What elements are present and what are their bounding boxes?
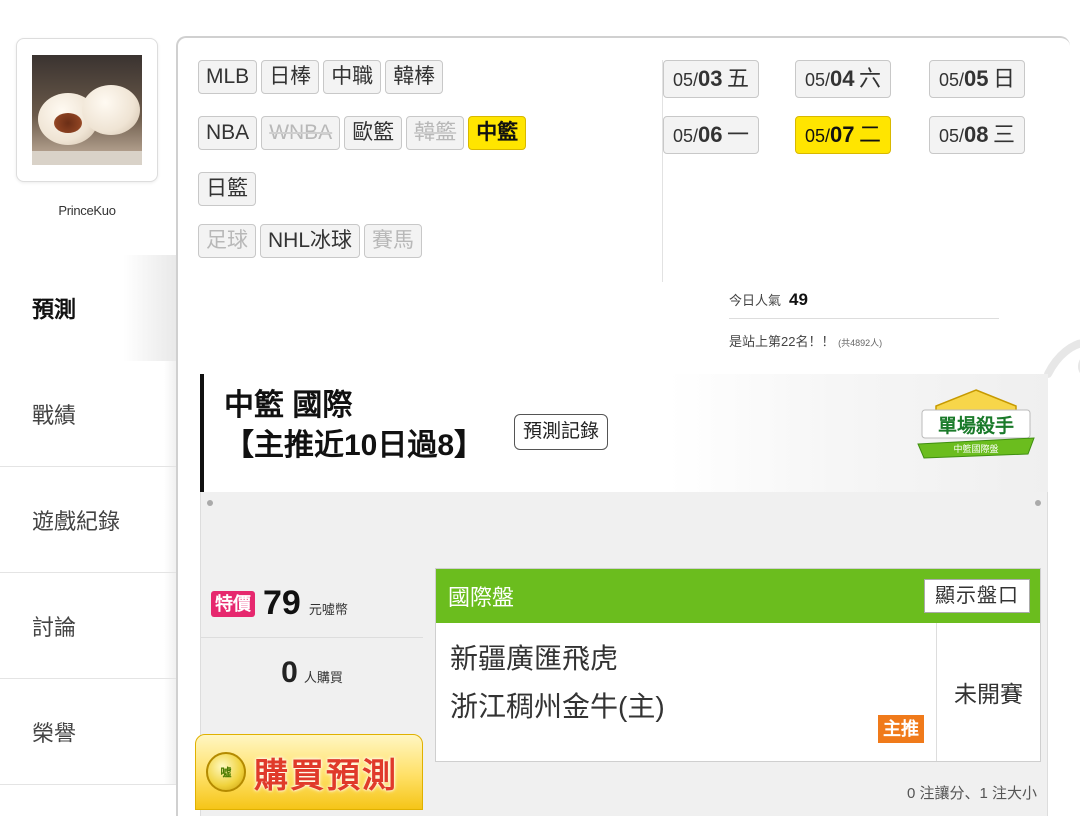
sport-tag-nba[interactable]: NBA (198, 116, 258, 150)
price-value: 79 (263, 584, 301, 622)
avatar-card[interactable] (16, 38, 158, 182)
sport-row-basketball: NBA WNBA 歐籃 韓籃 中籃 (198, 116, 530, 150)
nav-item-label: 戰績 (32, 402, 77, 428)
sport-tag-euro-basketball[interactable]: 歐籃 (344, 116, 403, 150)
date-tag-0507[interactable]: 05/07 二 (795, 116, 891, 154)
nav-item-honor[interactable]: 榮譽 (0, 679, 176, 785)
bun-image-right (82, 85, 140, 135)
prediction-subtitle: 【主推近10日過8】 (224, 429, 485, 462)
sport-tag-japan-basketball[interactable]: 日籃 (198, 172, 256, 206)
sport-tag-korea-basketball: 韓籃 (406, 116, 465, 150)
nav-item-label: 討論 (32, 614, 77, 640)
show-odds-button[interactable]: 顯示盤口 (924, 579, 1030, 613)
date-tag-0504[interactable]: 05/04 六 (795, 60, 891, 98)
game-table: 國際盤 顯示盤口 新疆廣匯飛虎 浙江稠州金牛(主) 主推 未開賽 (435, 568, 1041, 762)
nav-item-record[interactable]: 戰績 (0, 361, 176, 467)
plate-image (32, 151, 142, 165)
game-table-header: 國際盤 顯示盤口 (436, 569, 1040, 623)
nav-item-game-log[interactable]: 遊戲紀錄 (0, 467, 176, 573)
teams-cell: 新疆廣匯飛虎 浙江稠州金牛(主) 主推 (436, 623, 936, 761)
sport-tag-wnba: WNBA (261, 116, 341, 150)
decorative-dot-icon (207, 500, 213, 506)
price-unit: 元噓幣 (308, 602, 348, 617)
home-team: 浙江稠州金牛(主) (450, 691, 665, 722)
sport-tag-nhl[interactable]: NHL冰球 (260, 224, 361, 258)
price-cell: 特價 79 元噓幣 (201, 570, 423, 638)
coin-icon: 噓 (206, 752, 246, 792)
game-row: 新疆廣匯飛虎 浙江稠州金牛(主) 主推 未開賽 (436, 623, 1040, 761)
sport-row-baseball: MLB 日棒 中職 韓棒 (198, 60, 447, 94)
main-panel: MLB 日棒 中職 韓棒 NBA WNBA 歐籃 韓籃 中籃 日籃 足球 NHL冰球 賽馬 05/… (176, 36, 1080, 816)
popularity-rank: 是站上第22名！！ (729, 334, 835, 349)
date-tag-0506[interactable]: 05/06 一 (663, 116, 759, 154)
nav-item-discussion[interactable]: 討論 (0, 573, 176, 679)
sport-tag-kbo[interactable]: 韓棒 (385, 60, 444, 94)
side-nav: 預測 戰績 遊戲紀錄 討論 榮譽 (0, 255, 176, 785)
prediction-detail-box: 特價 79 元噓幣 0 人購買 噓 購買預測 國際盤 顯示盤口 新疆廣匯飛虎 浙… (195, 492, 1048, 816)
sport-tag-soccer: 足球 (198, 224, 256, 258)
popularity-label: 今日人氣 (729, 293, 782, 308)
buyer-count: 0 (281, 656, 298, 689)
buyer-unit: 人購買 (303, 670, 343, 685)
decorative-dot-icon (1035, 500, 1041, 506)
away-team: 新疆廣匯飛虎 (450, 643, 619, 674)
badge-subtitle: 中籃國際盤 (953, 443, 998, 455)
prediction-header: 中籃 國際 【主推近10日過8】 預測記錄 單場殺手 中籃國際盤 (200, 374, 1048, 492)
date-selector: 05/03 五 05/04 六 05/05 日 05/06 一 05/07 二 … (662, 60, 1048, 282)
popularity-total: (共4892人) (838, 338, 883, 348)
main-pick-tag: 主推 (878, 715, 924, 743)
popularity-count: 49 (789, 290, 808, 309)
game-status: 未開賽 (936, 623, 1040, 761)
avatar (32, 55, 142, 165)
bun-filling-image (54, 113, 82, 133)
single-game-killer-badge: 單場殺手 中籃國際盤 (917, 389, 1035, 459)
nav-item-label: 遊戲紀錄 (32, 508, 121, 534)
sport-row-other: 足球 NHL冰球 賽馬 (198, 224, 426, 258)
nav-item-predict[interactable]: 預測 (0, 255, 176, 361)
date-tag-0503[interactable]: 05/03 五 (663, 60, 759, 98)
sport-row-basketball-2: 日籃 (198, 172, 260, 206)
date-tag-0508[interactable]: 05/08 三 (929, 116, 1025, 154)
nav-item-label: 預測 (32, 297, 77, 322)
nav-item-label: 榮譽 (32, 720, 77, 746)
buyer-count-cell: 0 人購買 (201, 642, 423, 702)
date-tag-0505[interactable]: 05/05 日 (929, 60, 1025, 98)
badge-title: 單場殺手 (938, 414, 1014, 437)
prediction-title: 中籃 國際 (224, 389, 353, 422)
prediction-record-button[interactable]: 預測記錄 (514, 414, 609, 450)
market-title: 國際盤 (448, 585, 515, 610)
popularity-block: 今日人氣 49 是站上第22名！！ (共4892人) (729, 290, 999, 350)
sport-tag-horse-racing: 賽馬 (364, 224, 423, 258)
buy-prediction-button[interactable]: 噓 購買預測 (195, 734, 423, 810)
username: PrinceKuo (58, 203, 116, 218)
special-price-badge: 特價 (211, 590, 255, 617)
bet-summary: 0 注讓分、1 注大小 (906, 785, 1037, 802)
sport-tag-npb[interactable]: 日棒 (261, 60, 320, 94)
sport-tag-cpbl[interactable]: 中職 (323, 60, 382, 94)
sport-tag-china-basketball[interactable]: 中籃 (468, 116, 527, 150)
sport-tag-mlb[interactable]: MLB (198, 60, 258, 94)
buy-prediction-label: 購買預測 (254, 756, 398, 795)
